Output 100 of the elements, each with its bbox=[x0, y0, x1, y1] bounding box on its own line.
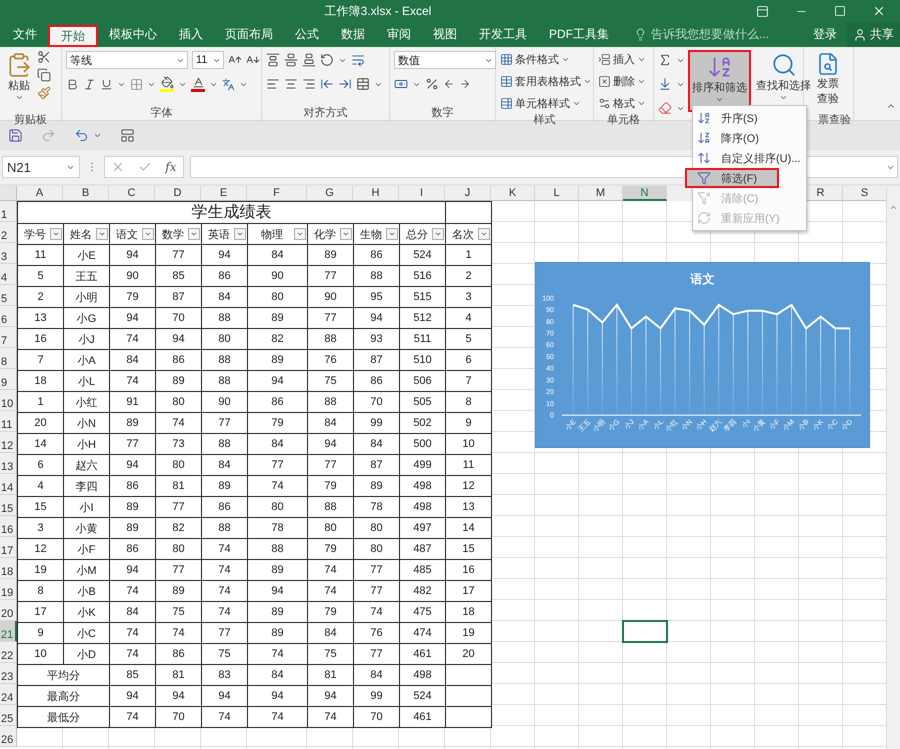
row-number[interactable]: 25 bbox=[0, 705, 17, 726]
increase-indent-icon[interactable] bbox=[338, 77, 352, 91]
align-left-icon[interactable] bbox=[266, 77, 280, 91]
cells-button[interactable]: 删除 bbox=[598, 72, 646, 90]
bold-icon[interactable] bbox=[66, 78, 79, 90]
ribbon-display-icon[interactable] bbox=[756, 4, 769, 18]
ribbon-tab[interactable]: 模板中心 bbox=[98, 22, 168, 47]
column-header[interactable]: G bbox=[307, 186, 353, 201]
row-number[interactable]: 22 bbox=[0, 642, 17, 663]
ribbon-tab[interactable]: 开发工具 bbox=[468, 22, 538, 47]
customize-icon[interactable] bbox=[120, 128, 135, 143]
cut-icon[interactable] bbox=[37, 50, 51, 64]
caret-icon[interactable] bbox=[93, 131, 102, 140]
ribbon-tab[interactable]: 视图 bbox=[422, 22, 468, 47]
row-number[interactable]: 11 bbox=[0, 411, 17, 432]
ribbon-tab[interactable]: 页面布局 bbox=[214, 22, 284, 47]
percent-icon[interactable] bbox=[425, 77, 439, 91]
copy-icon[interactable] bbox=[37, 68, 51, 82]
share-button[interactable]: 共享 bbox=[847, 22, 900, 47]
row-number[interactable]: 6 bbox=[0, 306, 17, 327]
row-number[interactable]: 18 bbox=[0, 558, 17, 579]
cells-button[interactable]: 格式 bbox=[598, 94, 646, 112]
align-center-icon[interactable] bbox=[284, 77, 298, 91]
column-header[interactable]: E bbox=[201, 186, 247, 201]
fill-icon[interactable] bbox=[658, 77, 672, 91]
orientation-icon[interactable] bbox=[320, 53, 334, 67]
menu-item[interactable]: 自定义排序(U)... bbox=[693, 148, 806, 168]
row-number[interactable]: 8 bbox=[0, 348, 17, 369]
close-icon[interactable] bbox=[872, 4, 886, 18]
menu-item[interactable]: 筛选(F) bbox=[685, 168, 779, 188]
caret-icon[interactable] bbox=[14, 93, 24, 102]
autosum-icon[interactable] bbox=[658, 53, 672, 67]
row-number[interactable]: 2 bbox=[0, 222, 17, 243]
ribbon-tab[interactable]: 审阅 bbox=[376, 22, 422, 47]
column-header[interactable]: N bbox=[623, 186, 667, 201]
align-right-icon[interactable] bbox=[302, 77, 316, 91]
row-number[interactable]: 4 bbox=[0, 264, 17, 285]
font-name-field[interactable]: 等线 bbox=[66, 51, 188, 69]
align-bottom-icon[interactable] bbox=[302, 53, 316, 67]
font-size-field[interactable]: 11 bbox=[192, 51, 224, 69]
save-icon[interactable] bbox=[8, 128, 23, 143]
currency-icon[interactable] bbox=[394, 77, 408, 91]
row-number[interactable]: 3 bbox=[0, 243, 17, 264]
row-number[interactable]: 13 bbox=[0, 453, 17, 474]
italic-icon[interactable] bbox=[83, 78, 96, 90]
style-button[interactable]: 单元格样式 bbox=[500, 94, 592, 112]
row-number[interactable]: 7 bbox=[0, 327, 17, 348]
row-number[interactable]: 24 bbox=[0, 684, 17, 705]
row-number[interactable]: 12 bbox=[0, 432, 17, 453]
column-header[interactable]: F bbox=[247, 186, 307, 201]
caret-icon[interactable] bbox=[715, 95, 724, 104]
row-number[interactable]: 16 bbox=[0, 516, 17, 537]
undo-icon[interactable] bbox=[74, 128, 89, 143]
column-header[interactable]: A bbox=[17, 186, 63, 201]
column-header[interactable]: K bbox=[491, 186, 535, 201]
column-header[interactable]: D bbox=[155, 186, 201, 201]
number-format-field[interactable]: 数值 bbox=[394, 51, 496, 69]
fill-color-icon[interactable] bbox=[160, 76, 174, 89]
column-header[interactable]: S bbox=[843, 186, 886, 201]
font-color-icon[interactable] bbox=[192, 76, 204, 89]
row-number[interactable]: 17 bbox=[0, 537, 17, 558]
underline-icon[interactable] bbox=[100, 78, 113, 90]
maximize-icon[interactable] bbox=[834, 5, 846, 17]
decrease-indent-icon[interactable] bbox=[320, 77, 334, 91]
row-number[interactable]: 1 bbox=[0, 201, 17, 222]
column-header[interactable]: C bbox=[109, 186, 155, 201]
align-middle-icon[interactable] bbox=[284, 53, 298, 67]
row-number[interactable]: 9 bbox=[0, 369, 17, 390]
column-header[interactable]: B bbox=[63, 186, 109, 201]
column-header[interactable]: H bbox=[353, 186, 399, 201]
caret-icon[interactable] bbox=[779, 93, 788, 102]
sign-in-link[interactable]: 登录 bbox=[803, 22, 847, 47]
ribbon-tab[interactable]: PDF工具集 bbox=[538, 22, 620, 47]
clear-icon[interactable] bbox=[658, 101, 672, 115]
column-header[interactable]: M bbox=[579, 186, 623, 201]
cells-button[interactable]: 插入 bbox=[598, 50, 646, 68]
row-number[interactable]: 5 bbox=[0, 285, 17, 306]
row-number[interactable]: 19 bbox=[0, 579, 17, 600]
style-button[interactable]: 条件格式 bbox=[500, 50, 592, 68]
column-header[interactable]: J bbox=[445, 186, 491, 201]
ribbon-tab[interactable]: 文件 bbox=[2, 22, 48, 47]
row-number[interactable]: 10 bbox=[0, 390, 17, 411]
row-number[interactable]: 26 bbox=[0, 726, 17, 747]
row-number[interactable]: 23 bbox=[0, 663, 17, 684]
menu-item[interactable]: 降序(O) bbox=[693, 128, 806, 148]
borders-icon[interactable] bbox=[130, 78, 143, 90]
scroll-up-icon[interactable] bbox=[889, 203, 898, 212]
row-number[interactable]: 21 bbox=[0, 621, 17, 642]
tell-me-field[interactable]: 告诉我您想要做什么... bbox=[634, 22, 770, 47]
ribbon-tab[interactable]: 公式 bbox=[284, 22, 330, 47]
name-box[interactable]: N21 bbox=[2, 156, 80, 178]
row-number[interactable]: 14 bbox=[0, 474, 17, 495]
column-header[interactable]: I bbox=[399, 186, 445, 201]
ribbon-tab[interactable]: 数据 bbox=[330, 22, 376, 47]
row-number[interactable]: 20 bbox=[0, 600, 17, 621]
column-header[interactable]: L bbox=[535, 186, 579, 201]
align-top-icon[interactable] bbox=[266, 53, 280, 67]
paste-button[interactable]: 粘贴 bbox=[4, 50, 34, 112]
merge-cells-icon[interactable] bbox=[356, 77, 370, 91]
insert-function-button[interactable]: fx bbox=[165, 160, 177, 174]
